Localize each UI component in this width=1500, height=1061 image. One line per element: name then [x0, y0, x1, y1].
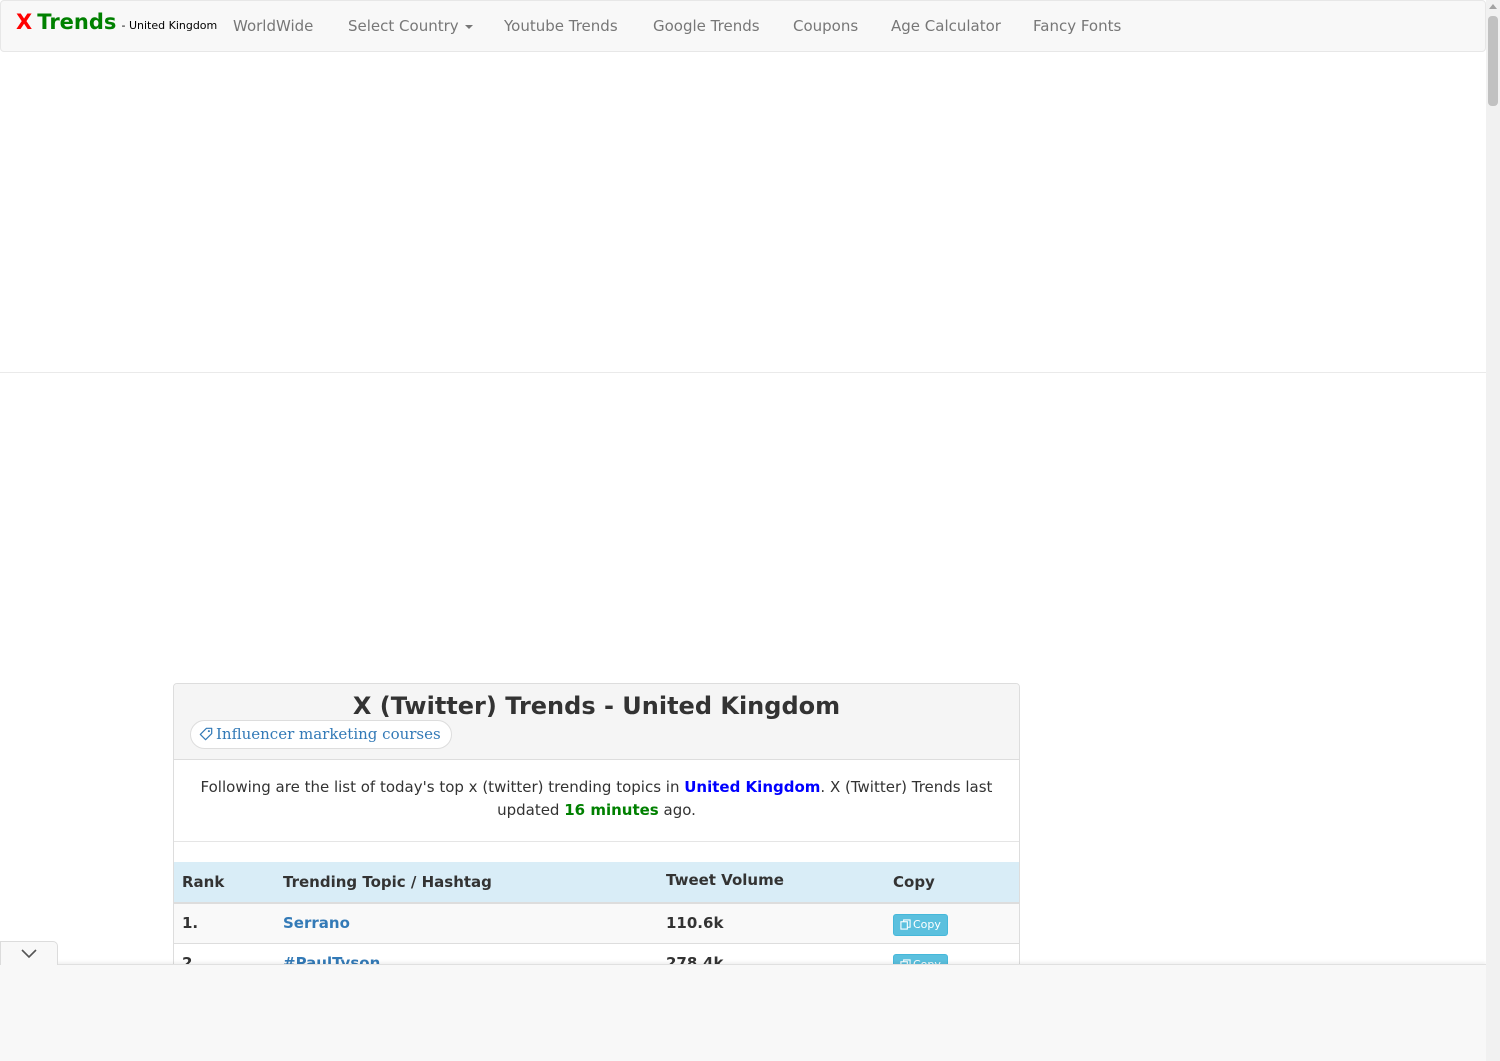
body-divider: [174, 841, 1019, 842]
nav-worldwide[interactable]: WorldWide: [233, 17, 313, 35]
header-topic: Trending Topic / Hashtag: [283, 873, 492, 891]
intro-after: ago.: [658, 801, 696, 819]
trends-panel: X (Twitter) Trends - United Kingdom Infl…: [173, 683, 1020, 983]
ad-collapse-toggle[interactable]: [0, 941, 58, 965]
chevron-down-icon: [21, 949, 37, 959]
copy-button[interactable]: Copy: [893, 914, 948, 936]
intro-text: Following are the list of today's top x …: [194, 776, 999, 822]
scroll-up-arrow[interactable]: [1489, 4, 1497, 9]
page-scrollbar[interactable]: [1486, 0, 1500, 1061]
row-rank: 1.: [182, 914, 199, 932]
nav-coupons[interactable]: Coupons: [793, 17, 858, 35]
header-rank: Rank: [182, 873, 225, 891]
header-volume: Tweet Volume: [666, 871, 784, 889]
nav-age-calculator[interactable]: Age Calculator: [891, 17, 1001, 35]
table-row: 1. Serrano 110.6k Copy: [174, 904, 1019, 944]
brand-trends: Trends: [37, 10, 117, 34]
brand-country: - United Kingdom: [121, 19, 218, 32]
header-copy: Copy: [893, 873, 935, 891]
copy-icon: [900, 919, 911, 930]
nav-fancy-fonts[interactable]: Fancy Fonts: [1033, 17, 1121, 35]
scroll-thumb[interactable]: [1488, 16, 1498, 106]
nav-google-trends[interactable]: Google Trends: [653, 17, 760, 35]
ad-divider: [0, 372, 1486, 373]
row-topic-link[interactable]: Serrano: [283, 914, 350, 932]
last-updated-time: 16 minutes: [564, 801, 659, 819]
nav-select-country[interactable]: Select Country: [348, 17, 473, 35]
table-header: Rank Trending Topic / Hashtag Tweet Volu…: [174, 862, 1019, 904]
panel-heading: X (Twitter) Trends - United Kingdom Infl…: [174, 684, 1019, 760]
influencer-courses-link[interactable]: Influencer marketing courses: [190, 720, 452, 749]
intro-before: Following are the list of today's top x …: [200, 778, 685, 796]
tag-icon: [199, 727, 213, 741]
row-volume: 110.6k: [666, 914, 724, 932]
intro-country: United Kingdom: [684, 778, 821, 796]
nav-youtube-trends[interactable]: Youtube Trends: [504, 17, 618, 35]
bottom-ad-bar: [0, 964, 1486, 1061]
brand-x: X: [16, 10, 33, 34]
copy-button-label: Copy: [913, 918, 941, 931]
nav-select-country-label: Select Country: [348, 17, 459, 35]
top-navbar: X Trends - United Kingdom WorldWide Sele…: [0, 0, 1486, 52]
brand-logo[interactable]: X Trends - United Kingdom: [16, 10, 217, 34]
influencer-courses-label: Influencer marketing courses: [216, 725, 441, 743]
caret-down-icon: [464, 24, 473, 29]
page-title: X (Twitter) Trends - United Kingdom: [352, 692, 841, 720]
